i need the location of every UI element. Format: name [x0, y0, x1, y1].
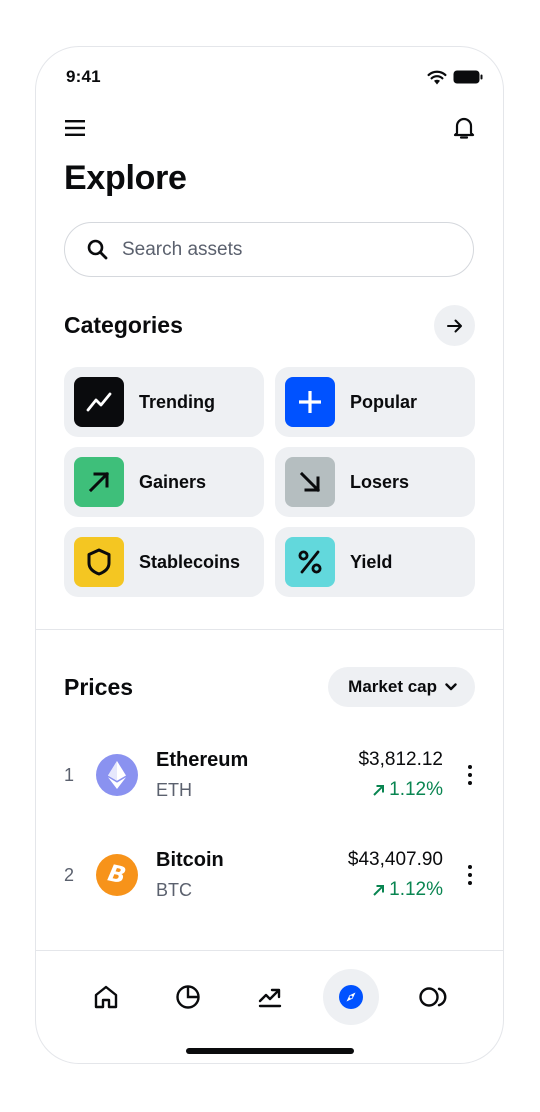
status-bar: 9:41 — [66, 67, 483, 87]
arrow-up-right-icon — [373, 784, 385, 796]
arrow-up-right-icon — [88, 471, 110, 493]
asset-price: $43,407.90 — [347, 849, 443, 870]
category-losers[interactable]: Losers — [275, 447, 475, 517]
trending-icon — [86, 392, 112, 412]
category-gainers[interactable]: Gainers — [64, 447, 264, 517]
asset-row-bitcoin[interactable]: 2 B Bitcoin BTC $43,407.90 1.12% — [64, 840, 475, 910]
asset-names: Bitcoin BTC — [156, 849, 348, 901]
tabbar-divider — [36, 950, 503, 951]
category-label: Trending — [139, 391, 215, 412]
tab-explore[interactable] — [323, 969, 380, 1025]
category-trending[interactable]: Trending — [64, 367, 264, 437]
pie-chart-icon — [176, 985, 200, 1009]
web3-icon — [419, 987, 447, 1007]
asset-rank: 2 — [64, 864, 75, 885]
categories-header: Categories — [64, 305, 475, 346]
arrow-up-right-icon — [373, 884, 385, 896]
top-bar — [64, 113, 475, 143]
category-label: Losers — [350, 471, 410, 492]
chevron-down-icon — [445, 683, 457, 691]
home-icon — [94, 985, 118, 1009]
category-yield-tile — [285, 537, 335, 587]
shield-icon — [87, 548, 111, 576]
menu-icon[interactable] — [64, 119, 86, 137]
category-stablecoins[interactable]: Stablecoins — [64, 527, 264, 597]
asset-name: Ethereum — [156, 749, 249, 771]
category-yield[interactable]: Yield — [275, 527, 475, 597]
category-label: Gainers — [139, 471, 207, 492]
battery-icon — [453, 70, 483, 84]
compass-icon — [339, 985, 364, 1009]
asset-row-ethereum[interactable]: 1 Ethereum ETH $3,812.12 1.12% — [64, 740, 475, 810]
more-options-icon[interactable] — [465, 865, 475, 885]
asset-price: $3,812.12 — [358, 749, 443, 770]
asset-price-block: $3,812.12 1.12% — [358, 749, 443, 801]
category-label: Yield — [350, 551, 393, 572]
category-stablecoins-tile — [74, 537, 124, 587]
category-losers-tile — [285, 457, 335, 507]
page-title: Explore — [64, 159, 187, 197]
percent-icon — [298, 550, 322, 574]
asset-symbol: BTC — [156, 880, 192, 900]
status-icons — [427, 70, 483, 85]
prices-header: Prices Market cap — [64, 667, 475, 707]
category-gainers-tile — [74, 457, 124, 507]
asset-change-value: 1.12% — [389, 779, 443, 800]
more-options-icon[interactable] — [465, 765, 475, 785]
arrow-down-right-icon — [299, 471, 321, 493]
tab-portfolio[interactable] — [160, 969, 216, 1025]
categories-grid: Trending Popular Gainers Losers Stableco… — [64, 367, 476, 597]
ethereum-icon — [96, 754, 138, 796]
asset-symbol: ETH — [156, 780, 192, 800]
category-popular-tile — [285, 377, 335, 427]
search-placeholder: Search assets — [122, 238, 243, 260]
tab-trade[interactable] — [242, 969, 298, 1025]
home-indicator — [186, 1048, 354, 1054]
tab-web3[interactable] — [405, 969, 461, 1025]
status-time: 9:41 — [66, 67, 101, 86]
asset-change: 1.12% — [372, 879, 443, 901]
search-icon — [87, 239, 108, 260]
asset-names: Ethereum ETH — [156, 749, 358, 801]
section-divider — [36, 629, 503, 630]
arrow-right-icon — [446, 319, 462, 332]
bottom-tab-bar — [66, 969, 473, 1025]
trend-chart-icon — [258, 988, 281, 1008]
category-trending-tile — [74, 377, 124, 427]
phone-frame: 9:41 Explore Search assets Categories Tr… — [35, 46, 504, 1064]
category-label: Popular — [350, 391, 418, 412]
bell-icon[interactable] — [453, 116, 475, 140]
tab-home[interactable] — [78, 969, 134, 1025]
plus-icon — [299, 391, 321, 413]
asset-price-block: $43,407.90 1.12% — [348, 849, 443, 901]
category-label: Stablecoins — [139, 551, 241, 572]
asset-name: Bitcoin — [156, 849, 224, 871]
wifi-icon — [427, 70, 447, 84]
search-input[interactable]: Search assets — [64, 222, 474, 277]
prices-title: Prices — [64, 673, 134, 700]
bitcoin-icon: B — [96, 854, 138, 896]
asset-change: 1.12% — [372, 779, 443, 801]
asset-rank: 1 — [64, 764, 75, 785]
categories-see-all-button[interactable] — [434, 305, 475, 346]
asset-change-value: 1.12% — [389, 879, 443, 900]
categories-title: Categories — [64, 312, 183, 338]
category-popular[interactable]: Popular — [275, 367, 475, 437]
sort-label: Market cap — [348, 677, 437, 696]
market-cap-sort-button[interactable]: Market cap — [328, 667, 475, 707]
